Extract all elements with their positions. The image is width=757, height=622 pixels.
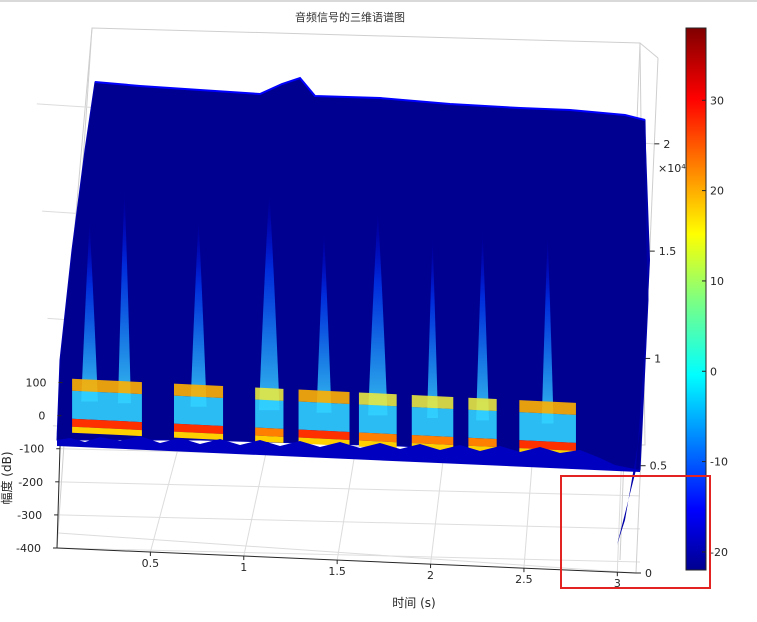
cb-tick-label-3: 0 bbox=[710, 365, 717, 378]
mid-band-0 bbox=[72, 390, 142, 423]
y-tick-label-4: 2 bbox=[663, 138, 670, 151]
y-tick-label-2: 1 bbox=[654, 352, 661, 365]
mid-band-3 bbox=[298, 401, 350, 432]
hot-band-6 bbox=[468, 437, 497, 448]
cb-tick-label-1: 20 bbox=[710, 185, 724, 198]
y-tick-label-3: 1.5 bbox=[659, 245, 677, 258]
upper-band-6 bbox=[468, 397, 497, 412]
y-tick-label-1: 0.5 bbox=[650, 460, 668, 473]
mid-band-1 bbox=[174, 395, 224, 426]
cb-tick-label-2: 10 bbox=[710, 275, 724, 288]
z-axis-label: 幅度 (dB) bbox=[0, 451, 14, 504]
upper-band-4 bbox=[358, 392, 397, 407]
cb-tick-label-0: 30 bbox=[710, 94, 724, 107]
z-tick-label-1: 0 bbox=[38, 410, 45, 423]
x-tick-label-3: 2 bbox=[427, 569, 434, 582]
x-axis: 0.5 1 1.5 2 2.5 3 bbox=[142, 552, 621, 590]
z-tick-label-0: 100 bbox=[25, 377, 46, 390]
x-tick-label-0: 0.5 bbox=[142, 557, 160, 570]
x-tick-label-1: 1 bbox=[240, 561, 247, 574]
mid-band-5 bbox=[411, 406, 454, 437]
cb-tick-label-5: -20 bbox=[710, 546, 728, 559]
mid-band-2 bbox=[255, 399, 284, 429]
z-tick-label-2: -100 bbox=[19, 443, 44, 456]
y-axis-exponent: ×10⁴ bbox=[658, 162, 686, 175]
upper-band-1 bbox=[174, 383, 224, 398]
x-tick-label-2: 1.5 bbox=[328, 565, 346, 578]
mid-band-4 bbox=[358, 404, 397, 435]
mid-band-6 bbox=[468, 409, 497, 440]
cb-tick-label-4: -10 bbox=[710, 456, 728, 469]
mid-band-7 bbox=[519, 412, 576, 443]
upper-band-3 bbox=[298, 389, 350, 404]
upper-band-2 bbox=[255, 387, 284, 401]
highlight-box bbox=[560, 475, 711, 589]
upper-band-5 bbox=[411, 394, 454, 409]
z-axis: 100 0 -100 -200 -300 -400 bbox=[16, 377, 63, 555]
hot-band-2 bbox=[255, 427, 284, 437]
z-tick-label-4: -300 bbox=[17, 509, 42, 522]
z-tick-label-3: -200 bbox=[18, 476, 43, 489]
x-tick-label-4: 2.5 bbox=[515, 573, 533, 586]
x-axis-label: 时间 (s) bbox=[392, 596, 435, 610]
z-tick-label-5: -400 bbox=[16, 542, 41, 555]
